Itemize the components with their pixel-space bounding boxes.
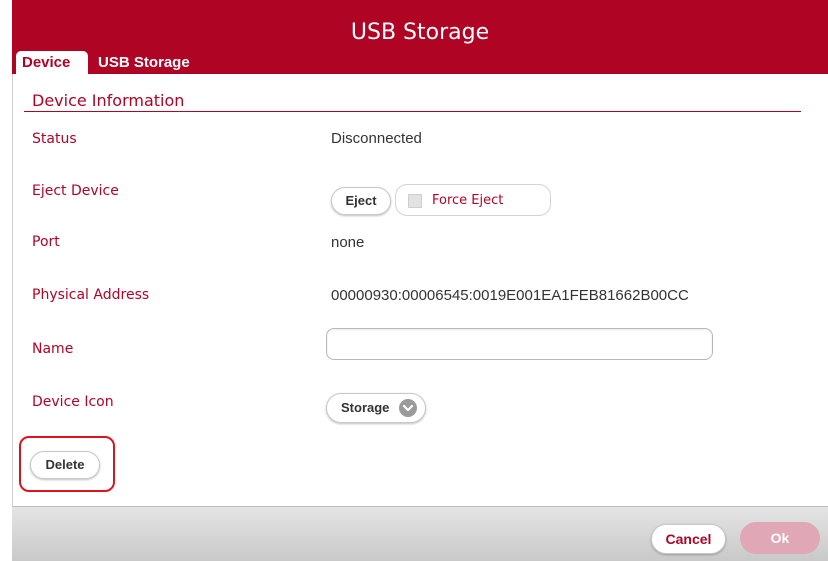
cancel-button[interactable]: Cancel	[651, 524, 726, 554]
tab-usb-storage[interactable]: USB Storage	[92, 51, 204, 74]
name-label: Name	[32, 341, 74, 357]
force-eject-label: Force Eject	[432, 193, 504, 208]
device-icon-select[interactable]: Storage	[326, 393, 426, 423]
force-eject-toggle[interactable]: Force Eject	[395, 184, 551, 216]
device-icon-selected: Storage	[341, 400, 390, 415]
name-input[interactable]	[326, 328, 713, 360]
port-label: Port	[32, 234, 60, 250]
port-value: none	[331, 234, 365, 251]
eject-device-label: Eject Device	[32, 183, 119, 199]
ok-button[interactable]: Ok	[740, 522, 820, 554]
checkbox-icon[interactable]	[408, 194, 422, 208]
chevron-down-icon	[399, 399, 417, 417]
window-title: USB Storage	[350, 20, 490, 45]
status-value: Disconnected	[331, 130, 422, 147]
section-title: Device Information	[32, 91, 185, 110]
device-icon-label: Device Icon	[32, 394, 114, 410]
delete-button[interactable]: Delete	[30, 451, 100, 479]
physical-address-label: Physical Address	[32, 287, 150, 303]
tab-device[interactable]: Device	[16, 51, 88, 74]
section-divider	[24, 111, 801, 112]
physical-address-value: 00000930:00006545:0019E001EA1FEB81662B00…	[331, 287, 689, 304]
eject-button[interactable]: Eject	[331, 187, 391, 215]
status-label: Status	[32, 131, 77, 147]
